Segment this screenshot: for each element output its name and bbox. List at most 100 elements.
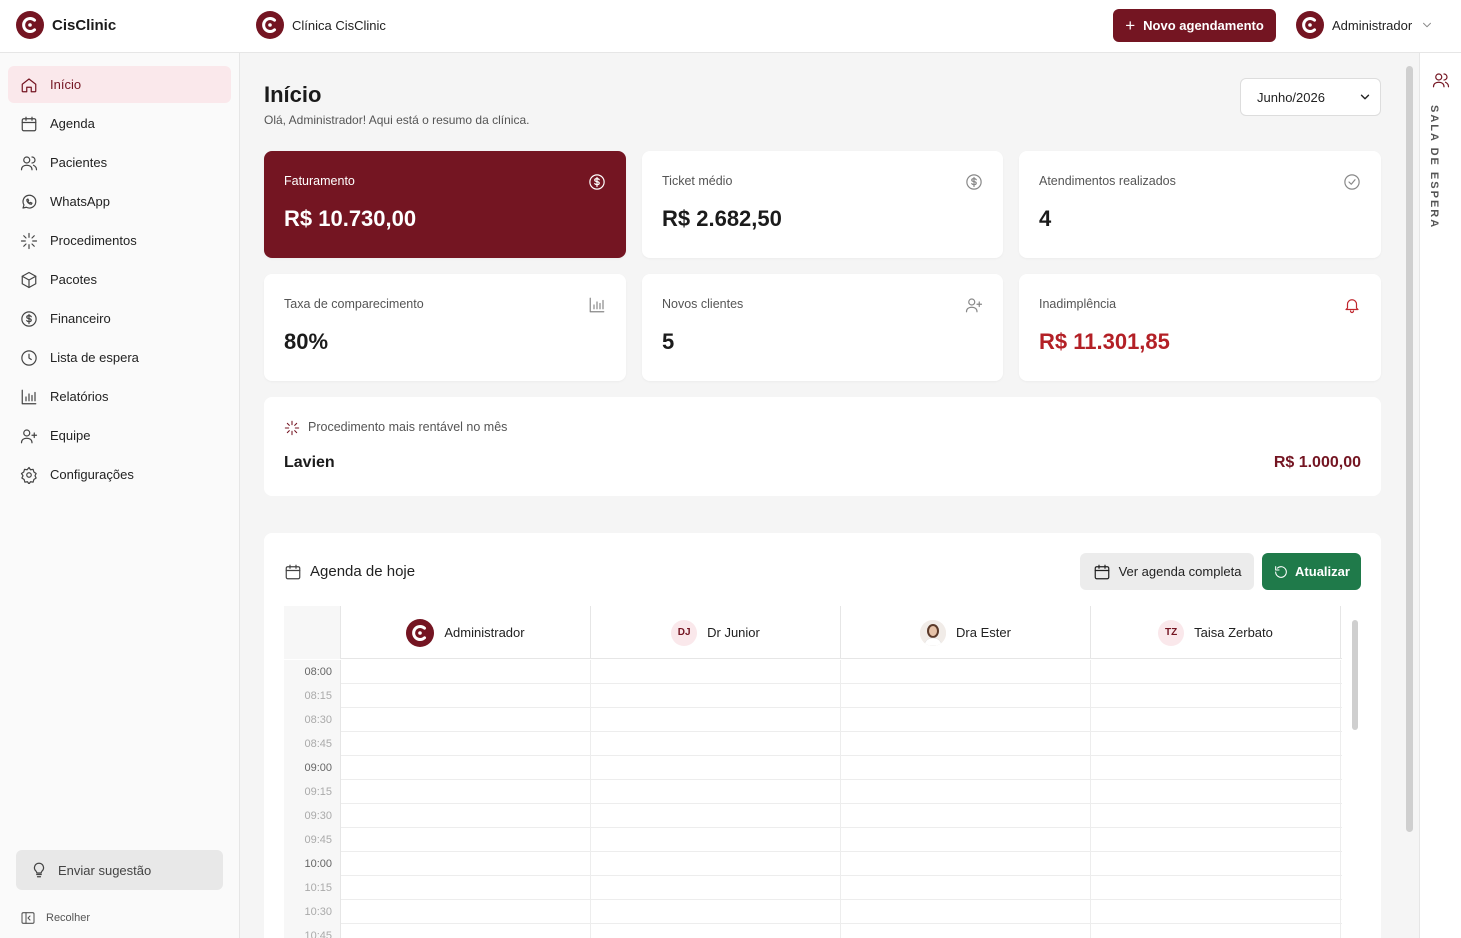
agenda-slot-cell[interactable] [591, 804, 841, 828]
professional-column-header[interactable]: TZ Taisa Zerbato [1091, 606, 1341, 659]
agenda-title: Agenda de hoje [310, 563, 416, 580]
card-label: Faturamento [284, 174, 355, 188]
agenda-slot-cell[interactable] [841, 660, 1091, 684]
agenda-slot-cell[interactable] [591, 852, 841, 876]
view-full-agenda-button[interactable]: Ver agenda completa [1080, 553, 1254, 590]
sidebar-item-whatsapp[interactable]: WhatsApp [8, 183, 231, 220]
agenda-slot-cell[interactable] [841, 756, 1091, 780]
agenda-slot-cell[interactable] [591, 828, 841, 852]
agenda-slot-cell[interactable] [841, 876, 1091, 900]
agenda-slot-cell[interactable] [841, 828, 1091, 852]
today-agenda: Agenda de hoje Ver agenda completa Atual… [264, 533, 1381, 938]
sidebar-item-relatorios[interactable]: Relatórios [8, 378, 231, 415]
refresh-button[interactable]: Atualizar [1262, 553, 1361, 590]
agenda-slot-cell[interactable] [1091, 780, 1341, 804]
new-appointment-label: Novo agendamento [1143, 18, 1264, 33]
agenda-slot-cell[interactable] [341, 708, 591, 732]
clinic-selector[interactable]: Clínica CisClinic [256, 11, 386, 39]
time-slot-label: 10:15 [284, 876, 341, 900]
user-plus-icon [965, 298, 983, 313]
agenda-slot-cell[interactable] [1091, 804, 1341, 828]
agenda-slot-cell[interactable] [341, 900, 591, 924]
agenda-slot-cell[interactable] [1091, 924, 1341, 938]
sidebar-item-label: Início [50, 77, 82, 92]
sidebar-item-label: Equipe [50, 428, 91, 443]
agenda-slot-cell[interactable] [591, 780, 841, 804]
sidebar-item-pacientes[interactable]: Pacientes [8, 144, 231, 181]
collapse-sidebar-button[interactable]: Recolher [20, 910, 90, 926]
agenda-slot-cell[interactable] [591, 900, 841, 924]
plus-icon: + [1125, 16, 1136, 35]
sidebar-item-financeiro[interactable]: Financeiro [8, 300, 231, 337]
agenda-slot-cell[interactable] [591, 756, 841, 780]
sidebar-item-inicio[interactable]: Início [8, 66, 231, 103]
professional-column-header[interactable]: Administrador [341, 606, 591, 659]
agenda-slot-cell[interactable] [591, 708, 841, 732]
agenda-slot-cell[interactable] [1091, 660, 1341, 684]
agenda-slot-cell[interactable] [341, 732, 591, 756]
agenda-slot-cell[interactable] [1091, 756, 1341, 780]
sidebar-item-procedimentos[interactable]: Procedimentos [8, 222, 231, 259]
agenda-slot-cell[interactable] [841, 780, 1091, 804]
agenda-slot-cell[interactable] [841, 900, 1091, 924]
agenda-time-row: 09:30 [284, 804, 1342, 828]
agenda-slot-cell[interactable] [341, 924, 591, 938]
sidebar-item-lista-de-espera[interactable]: Lista de espera [8, 339, 231, 376]
agenda-slot-cell[interactable] [1091, 852, 1341, 876]
agenda-time-row: 08:45 [284, 732, 1342, 756]
professional-avatar [406, 618, 435, 647]
chevron-down-icon [1423, 22, 1432, 28]
agenda-slot-cell[interactable] [591, 684, 841, 708]
sidebar-item-label: Financeiro [50, 311, 111, 326]
agenda-slot-cell[interactable] [591, 924, 841, 938]
sidebar-item-agenda[interactable]: Agenda [8, 105, 231, 142]
agenda-slot-cell[interactable] [841, 924, 1091, 938]
user-menu[interactable]: Administrador [1296, 11, 1434, 39]
agenda-slot-cell[interactable] [1091, 708, 1341, 732]
new-appointment-button[interactable]: + Novo agendamento [1113, 9, 1276, 42]
time-slot-label: 08:15 [284, 684, 341, 708]
month-select[interactable]: Junho/2026 [1240, 78, 1381, 116]
agenda-slot-cell[interactable] [1091, 732, 1341, 756]
agenda-slot-cell[interactable] [341, 684, 591, 708]
agenda-slot-cell[interactable] [341, 828, 591, 852]
card-label: Ticket médio [662, 174, 733, 188]
sidebar-item-pacotes[interactable]: Pacotes [8, 261, 231, 298]
dollar-icon [21, 310, 37, 327]
professional-column-header[interactable]: Dra Ester [841, 606, 1091, 659]
agenda-time-row: 08:00 [284, 660, 1342, 684]
agenda-slot-cell[interactable] [591, 732, 841, 756]
page-title: Início [264, 82, 322, 107]
time-slot-label: 08:00 [284, 660, 341, 684]
agenda-scrollbar[interactable] [1352, 620, 1358, 730]
agenda-slot-cell[interactable] [341, 756, 591, 780]
page-scrollbar[interactable] [1406, 66, 1413, 832]
waiting-room-rail[interactable]: SALA DE ESPERA [1419, 53, 1461, 938]
agenda-slot-cell[interactable] [841, 732, 1091, 756]
agenda-slot-cell[interactable] [591, 876, 841, 900]
agenda-slot-cell[interactable] [341, 876, 591, 900]
agenda-slot-cell[interactable] [1091, 684, 1341, 708]
page-subtitle: Olá, Administrador! Aqui está o resumo d… [264, 113, 530, 127]
send-suggestion-button[interactable]: Enviar sugestão [16, 850, 223, 890]
agenda-slot-cell[interactable] [841, 852, 1091, 876]
card-value: R$ 10.730,00 [284, 206, 417, 231]
bell-icon [1345, 299, 1359, 314]
agenda-slot-cell[interactable] [841, 684, 1091, 708]
agenda-slot-cell[interactable] [341, 852, 591, 876]
users-icon [20, 155, 38, 170]
agenda-slot-cell[interactable] [1091, 900, 1341, 924]
agenda-slot-cell[interactable] [341, 780, 591, 804]
agenda-slot-cell[interactable] [1091, 828, 1341, 852]
logo-icon [16, 11, 44, 39]
agenda-slot-cell[interactable] [1091, 876, 1341, 900]
sidebar-item-configuracoes[interactable]: Configurações [8, 456, 231, 493]
professional-column-header[interactable]: DJ Dr Junior [591, 606, 841, 659]
agenda-slot-cell[interactable] [341, 660, 591, 684]
agenda-slot-cell[interactable] [341, 804, 591, 828]
sidebar-item-equipe[interactable]: Equipe [8, 417, 231, 454]
agenda-slot-cell[interactable] [841, 804, 1091, 828]
agenda-slot-cell[interactable] [841, 708, 1091, 732]
agenda-slot-cell[interactable] [591, 660, 841, 684]
brand[interactable]: CisClinic [16, 11, 116, 39]
